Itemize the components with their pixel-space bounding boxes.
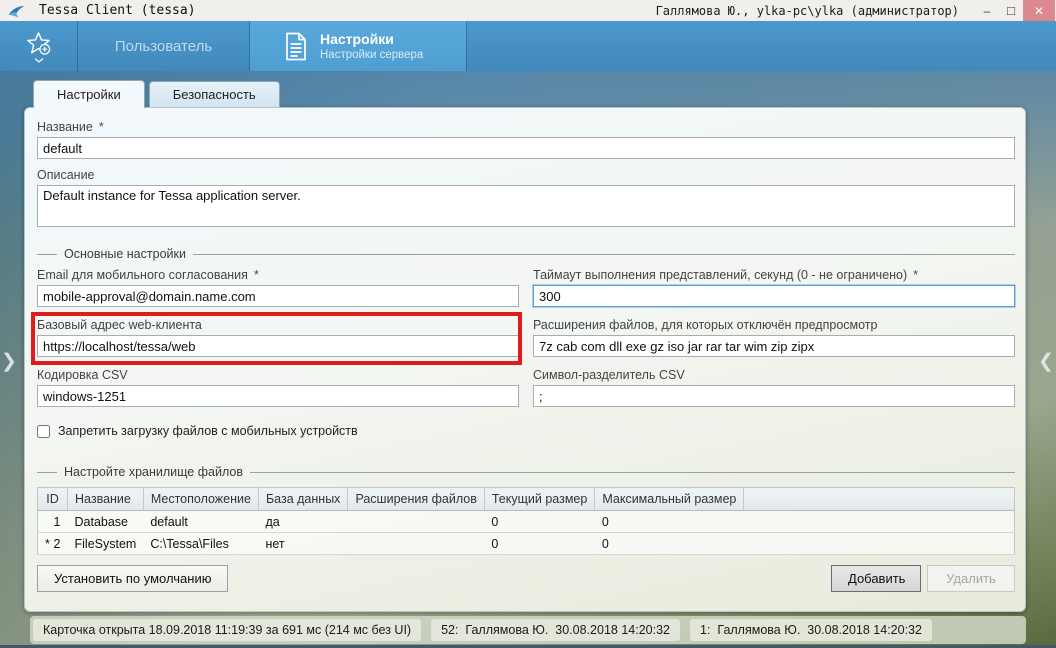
email-label: Email для мобильного согласования*	[37, 268, 519, 282]
web-address-input[interactable]	[37, 335, 519, 357]
right-panel-expander[interactable]: ❮	[1037, 343, 1055, 379]
row-max-size: 0	[595, 533, 744, 555]
toolbar-tab-settings[interactable]: Настройки Настройки сервера	[250, 21, 466, 71]
tab-security-label: Безопасность	[173, 87, 256, 102]
logged-in-user: Галлямова Ю., ylka-pc\ylka (администрато…	[656, 4, 959, 18]
name-input[interactable]	[37, 137, 1015, 159]
table-header-row: ID Название Местоположение База данных Р…	[38, 488, 1015, 511]
row-modified-marker: *	[45, 537, 50, 551]
main-toolbar: Пользователь Настройки Настройки сервера	[0, 21, 1056, 71]
row-extensions	[348, 533, 484, 555]
web-address-label: Базовый адрес web-клиента	[37, 318, 519, 332]
row-extensions	[348, 511, 484, 533]
timeout-input[interactable]	[533, 285, 1015, 307]
row-max-size: 0	[595, 511, 744, 533]
toolbar-tab-user-label: Пользователь	[115, 38, 212, 55]
table-row[interactable]: * 2 FileSystem C:\Tessa\Files нет 0 0	[38, 533, 1015, 555]
group-file-storage: Настройте хранилище файлов	[37, 465, 1015, 479]
row-id: 2	[54, 537, 61, 551]
column-header-extensions[interactable]: Расширения файлов	[348, 488, 484, 511]
csv-separator-input[interactable]	[533, 385, 1015, 407]
row-database: да	[258, 511, 347, 533]
row-name: Database	[68, 511, 144, 533]
toolbar-tab-user[interactable]: Пользователь	[78, 21, 249, 71]
row-current-size: 0	[484, 533, 594, 555]
row-id: 1	[54, 515, 61, 529]
forbid-mobile-upload-checkbox[interactable]	[37, 425, 50, 438]
file-storage-table: ID Название Местоположение База данных Р…	[37, 487, 1015, 555]
title-bar: Tessa Client (tessa) Галлямова Ю., ylka-…	[0, 0, 1056, 21]
close-button[interactable]: ✕	[1023, 0, 1055, 21]
column-header-name[interactable]: Название	[68, 488, 144, 511]
csv-encoding-input[interactable]	[37, 385, 519, 407]
star-plus-icon	[25, 30, 52, 56]
toolbar-separator	[466, 21, 467, 71]
column-header-current-size[interactable]: Текущий размер	[484, 488, 594, 511]
tab-settings[interactable]: Настройки	[33, 80, 145, 108]
column-header-id[interactable]: ID	[38, 488, 68, 511]
description-label: Описание	[37, 168, 1015, 182]
extensions-input[interactable]	[533, 335, 1015, 357]
csv-encoding-label: Кодировка CSV	[37, 368, 519, 382]
csv-separator-label: Символ-разделитель CSV	[533, 368, 1015, 382]
tab-security[interactable]: Безопасность	[149, 81, 280, 107]
tab-settings-label: Настройки	[57, 87, 121, 102]
column-header-max-size[interactable]: Максимальный размер	[595, 488, 744, 511]
window-title: Tessa Client (tessa)	[39, 3, 196, 18]
toolbar-tab-settings-title: Настройки	[320, 31, 423, 47]
app-window: Tessa Client (tessa) Галлямова Ю., ylka-…	[0, 0, 1056, 648]
column-header-filler	[744, 488, 1015, 511]
description-input[interactable]: Default instance for Tessa application s…	[37, 185, 1015, 227]
email-input[interactable]	[37, 285, 519, 307]
row-location: C:\Tessa\Files	[143, 533, 258, 555]
row-current-size: 0	[484, 511, 594, 533]
content-background: ❯ ❮ Настройки Безопасность Название*	[0, 71, 1056, 648]
status-card-opened: Карточка открыта 18.09.2018 11:19:39 за …	[33, 619, 421, 641]
minimize-button[interactable]: –	[975, 0, 999, 21]
status-bar: Карточка открыта 18.09.2018 11:19:39 за …	[30, 616, 1026, 644]
status-entry-1: 52: Галлямова Ю. 30.08.2018 14:20:32	[431, 619, 680, 641]
tessa-logo-icon	[7, 3, 25, 19]
delete-button[interactable]: Удалить	[927, 565, 1015, 592]
row-location: default	[143, 511, 258, 533]
column-header-location[interactable]: Местоположение	[143, 488, 258, 511]
left-panel-expander[interactable]: ❯	[0, 343, 18, 379]
name-label: Название*	[37, 120, 1015, 134]
chevron-down-icon	[34, 58, 44, 63]
extensions-label: Расширения файлов, для которых отключён …	[533, 318, 1015, 332]
settings-panel: Название* Описание Default instance for …	[24, 107, 1026, 612]
table-row[interactable]: 1 Database default да 0 0	[38, 511, 1015, 533]
document-icon	[284, 32, 308, 61]
forbid-mobile-upload-label: Запретить загрузку файлов с мобильных ус…	[58, 424, 358, 438]
maximize-button[interactable]: □	[999, 0, 1023, 21]
column-header-database[interactable]: База данных	[258, 488, 347, 511]
row-name: FileSystem	[68, 533, 144, 555]
add-button[interactable]: Добавить	[831, 565, 921, 592]
tab-strip: Настройки Безопасность	[24, 80, 1026, 107]
timeout-label: Таймаут выполнения представлений, секунд…	[533, 268, 1015, 282]
toolbar-tab-settings-subtitle: Настройки сервера	[320, 49, 423, 61]
status-entry-2: 1: Галлямова Ю. 30.08.2018 14:20:32	[690, 619, 932, 641]
row-database: нет	[258, 533, 347, 555]
group-main-settings: Основные настройки	[37, 247, 1015, 261]
favorites-button[interactable]	[0, 21, 77, 71]
card-panel: Настройки Безопасность Название*	[24, 80, 1026, 612]
set-default-button[interactable]: Установить по умолчанию	[37, 565, 228, 592]
